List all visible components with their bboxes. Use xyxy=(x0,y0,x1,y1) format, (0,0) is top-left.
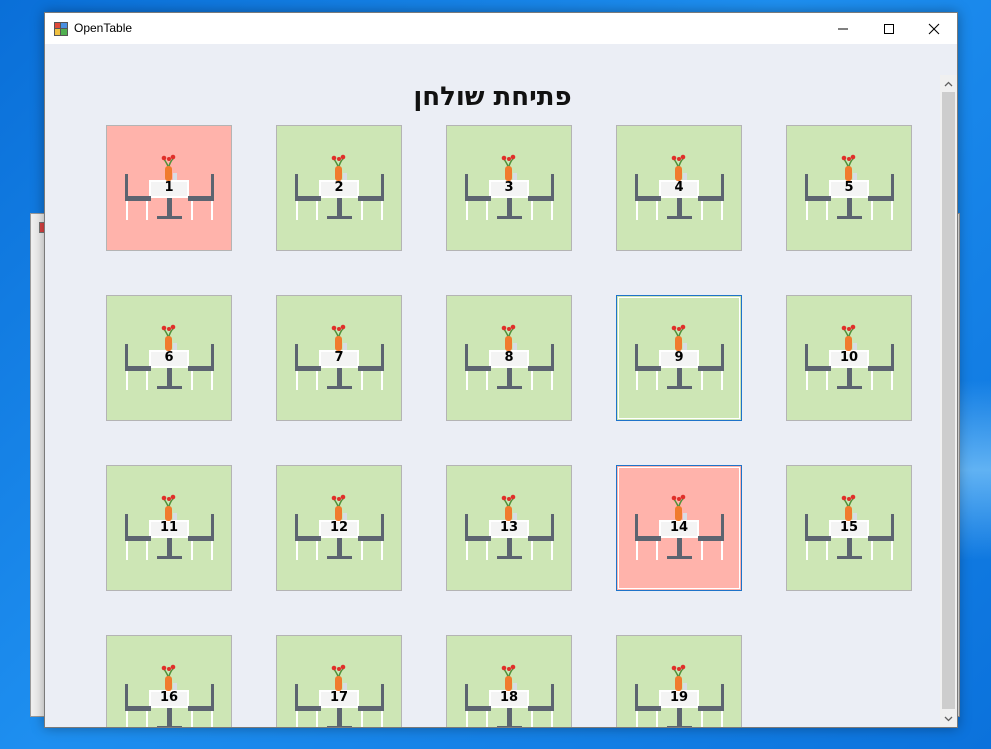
table-button-8[interactable]: 8 xyxy=(446,295,572,421)
table-number-label: 3 xyxy=(504,180,514,195)
minimize-button[interactable] xyxy=(820,13,866,44)
title-bar[interactable]: OpenTable xyxy=(45,13,957,44)
dining-table-icon xyxy=(125,664,214,727)
vertical-scrollbar[interactable] xyxy=(940,75,957,727)
table-number-label: 8 xyxy=(504,350,514,365)
table-button-6[interactable]: 6 xyxy=(106,295,232,421)
dining-table-icon xyxy=(465,664,554,727)
table-number-label: 1 xyxy=(164,180,174,195)
table-number-label: 10 xyxy=(839,350,859,365)
table-number-label: 4 xyxy=(674,180,684,195)
table-button-11[interactable]: 11 xyxy=(106,465,232,591)
dining-table-icon xyxy=(295,664,384,727)
maximize-icon xyxy=(884,23,894,34)
table-number-label: 14 xyxy=(669,520,689,535)
table-button-14[interactable]: 14 xyxy=(616,465,742,591)
table-number-label: 18 xyxy=(499,690,519,705)
minimize-icon xyxy=(838,28,848,29)
table-button-5[interactable]: 5 xyxy=(786,125,912,251)
table-button-17[interactable]: 17 xyxy=(276,635,402,727)
opentable-window: OpenTable פתיחת שולחן 1 2 3 4 5 6 7 8 9 10 11 12 13 1… xyxy=(44,12,958,728)
dining-table-icon xyxy=(635,664,724,727)
table-button-7[interactable]: 7 xyxy=(276,295,402,421)
table-number-label: 13 xyxy=(499,520,519,535)
table-button-3[interactable]: 3 xyxy=(446,125,572,251)
table-button-16[interactable]: 16 xyxy=(106,635,232,727)
table-number-label: 11 xyxy=(159,520,179,535)
table-number-label: 15 xyxy=(839,520,859,535)
table-number-label: 5 xyxy=(844,180,854,195)
table-button-15[interactable]: 15 xyxy=(786,465,912,591)
table-button-9[interactable]: 9 xyxy=(616,295,742,421)
table-number-label: 7 xyxy=(334,350,344,365)
table-number-label: 17 xyxy=(329,690,349,705)
table-number-label: 12 xyxy=(329,520,349,535)
table-button-1[interactable]: 1 xyxy=(106,125,232,251)
table-button-13[interactable]: 13 xyxy=(446,465,572,591)
close-button[interactable] xyxy=(911,13,957,44)
close-icon xyxy=(928,23,940,34)
table-number-label: 9 xyxy=(674,350,684,365)
table-button-12[interactable]: 12 xyxy=(276,465,402,591)
table-button-10[interactable]: 10 xyxy=(786,295,912,421)
table-number-label: 2 xyxy=(334,180,344,195)
table-button-4[interactable]: 4 xyxy=(616,125,742,251)
page-title: פתיחת שולחן xyxy=(413,82,572,112)
maximize-button[interactable] xyxy=(866,13,912,44)
table-button-2[interactable]: 2 xyxy=(276,125,402,251)
table-button-19[interactable]: 19 xyxy=(616,635,742,727)
table-number-label: 6 xyxy=(164,350,174,365)
table-number-label: 16 xyxy=(159,690,179,705)
window-title: OpenTable xyxy=(74,21,133,35)
client-area: פתיחת שולחן 1 2 3 4 5 6 7 8 9 10 11 12 13 14 15 16 17 18 1… xyxy=(45,44,957,727)
scroll-down-icon[interactable] xyxy=(940,710,957,727)
scroll-up-icon[interactable] xyxy=(940,75,957,92)
app-icon xyxy=(54,22,68,36)
table-number-label: 19 xyxy=(669,690,689,705)
table-button-18[interactable]: 18 xyxy=(446,635,572,727)
scrollbar-thumb[interactable] xyxy=(942,92,955,709)
